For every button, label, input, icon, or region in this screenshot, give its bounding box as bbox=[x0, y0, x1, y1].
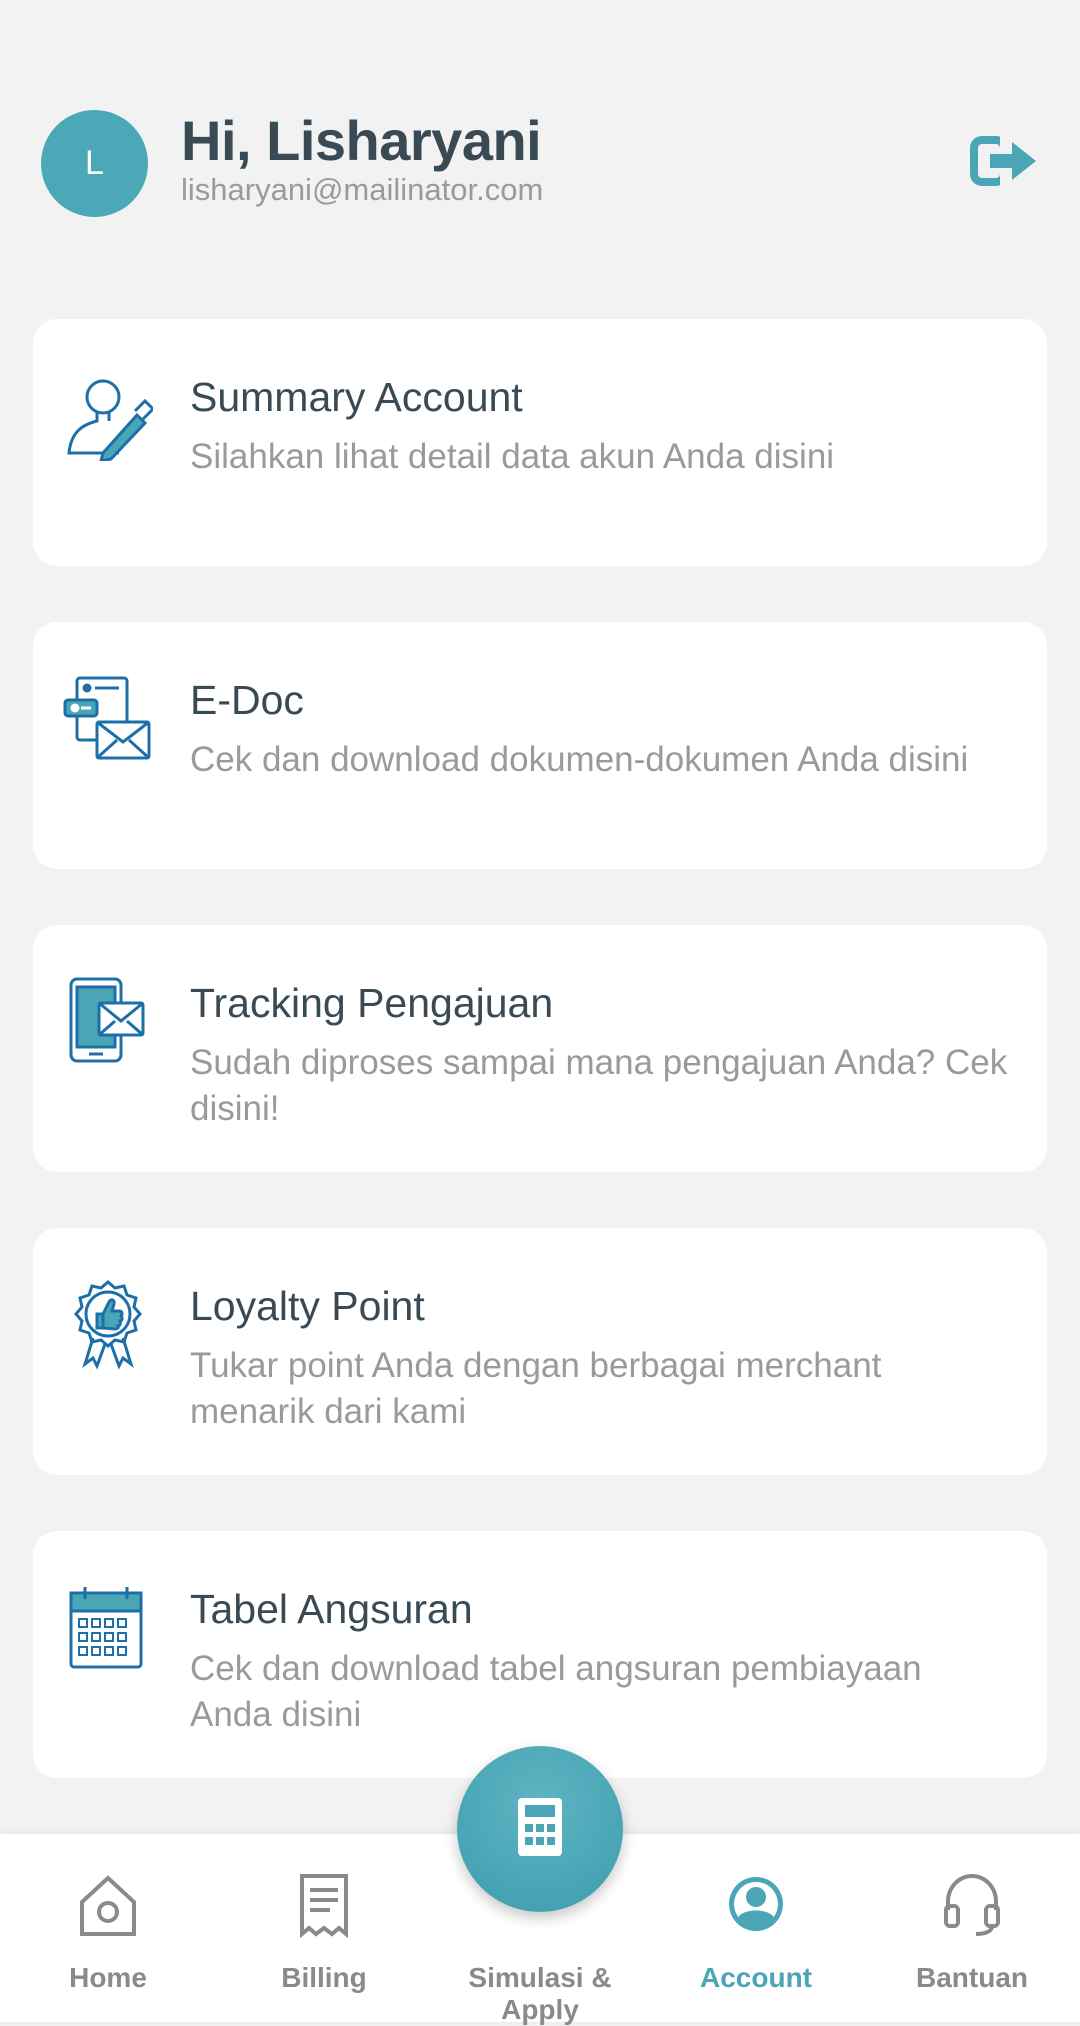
phone-mail-icon bbox=[63, 977, 153, 1067]
document-mail-icon bbox=[63, 674, 153, 764]
receipt-icon bbox=[294, 1872, 354, 1939]
nav-label: Bantuan bbox=[916, 1962, 1028, 1993]
logout-icon[interactable] bbox=[970, 132, 1040, 190]
menu-description: Tukar point Anda dengan berbagai merchan… bbox=[190, 1346, 882, 1431]
nav-label: Billing bbox=[281, 1962, 367, 1993]
menu-card-tabel-angsuran[interactable]: Tabel Angsuran Cek dan download tabel an… bbox=[33, 1531, 1047, 1778]
home-icon bbox=[78, 1872, 138, 1938]
nav-bantuan[interactable]: Bantuan bbox=[864, 1834, 1080, 2022]
menu-title: Tabel Angsuran bbox=[190, 1586, 473, 1632]
greeting-title: Hi, Lisharyani bbox=[181, 109, 542, 172]
menu-card-loyalty-point[interactable]: Loyalty Point Tukar point Anda dengan be… bbox=[33, 1228, 1047, 1475]
account-icon bbox=[726, 1872, 786, 1938]
menu-title: Tracking Pengajuan bbox=[190, 980, 554, 1026]
nav-billing[interactable]: Billing bbox=[216, 1834, 432, 2022]
menu-card-tracking-pengajuan[interactable]: Tracking Pengajuan Sudah diproses sampai… bbox=[33, 925, 1047, 1172]
avatar[interactable]: L bbox=[41, 110, 148, 217]
simulasi-apply-fab[interactable] bbox=[457, 1746, 623, 1912]
menu-description: Silahkan lihat detail data akun Anda dis… bbox=[190, 437, 835, 476]
menu-title: Summary Account bbox=[190, 374, 523, 420]
nav-label-simulasi-apply[interactable]: Simulasi & Apply bbox=[432, 1962, 648, 2026]
badge-thumbs-up-icon bbox=[63, 1280, 153, 1370]
menu-description: Cek dan download dokumen-dokumen Anda di… bbox=[190, 740, 969, 779]
menu-card-edoc[interactable]: E-Doc Cek dan download dokumen-dokumen A… bbox=[33, 622, 1047, 869]
menu-description: Sudah diproses sampai mana pengajuan And… bbox=[190, 1043, 1008, 1128]
menu-title: E-Doc bbox=[190, 677, 304, 723]
menu-description: Cek dan download tabel angsuran pembiaya… bbox=[190, 1649, 922, 1734]
calculator-icon bbox=[516, 1796, 564, 1858]
nav-label: Home bbox=[69, 1962, 147, 1993]
account-header: L Hi, Lisharyani lisharyani@mailinator.c… bbox=[0, 0, 1080, 300]
nav-account[interactable]: Account bbox=[648, 1834, 864, 2022]
nav-label: Account bbox=[700, 1962, 812, 1993]
profile-edit-icon bbox=[63, 371, 156, 463]
menu-card-summary-account[interactable]: Summary Account Silahkan lihat detail da… bbox=[33, 319, 1047, 566]
user-email: lisharyani@mailinator.com bbox=[181, 172, 544, 207]
headset-icon bbox=[942, 1872, 1002, 1938]
menu-title: Loyalty Point bbox=[190, 1283, 425, 1329]
calendar-icon bbox=[63, 1583, 153, 1673]
nav-home[interactable]: Home bbox=[0, 1834, 216, 2022]
